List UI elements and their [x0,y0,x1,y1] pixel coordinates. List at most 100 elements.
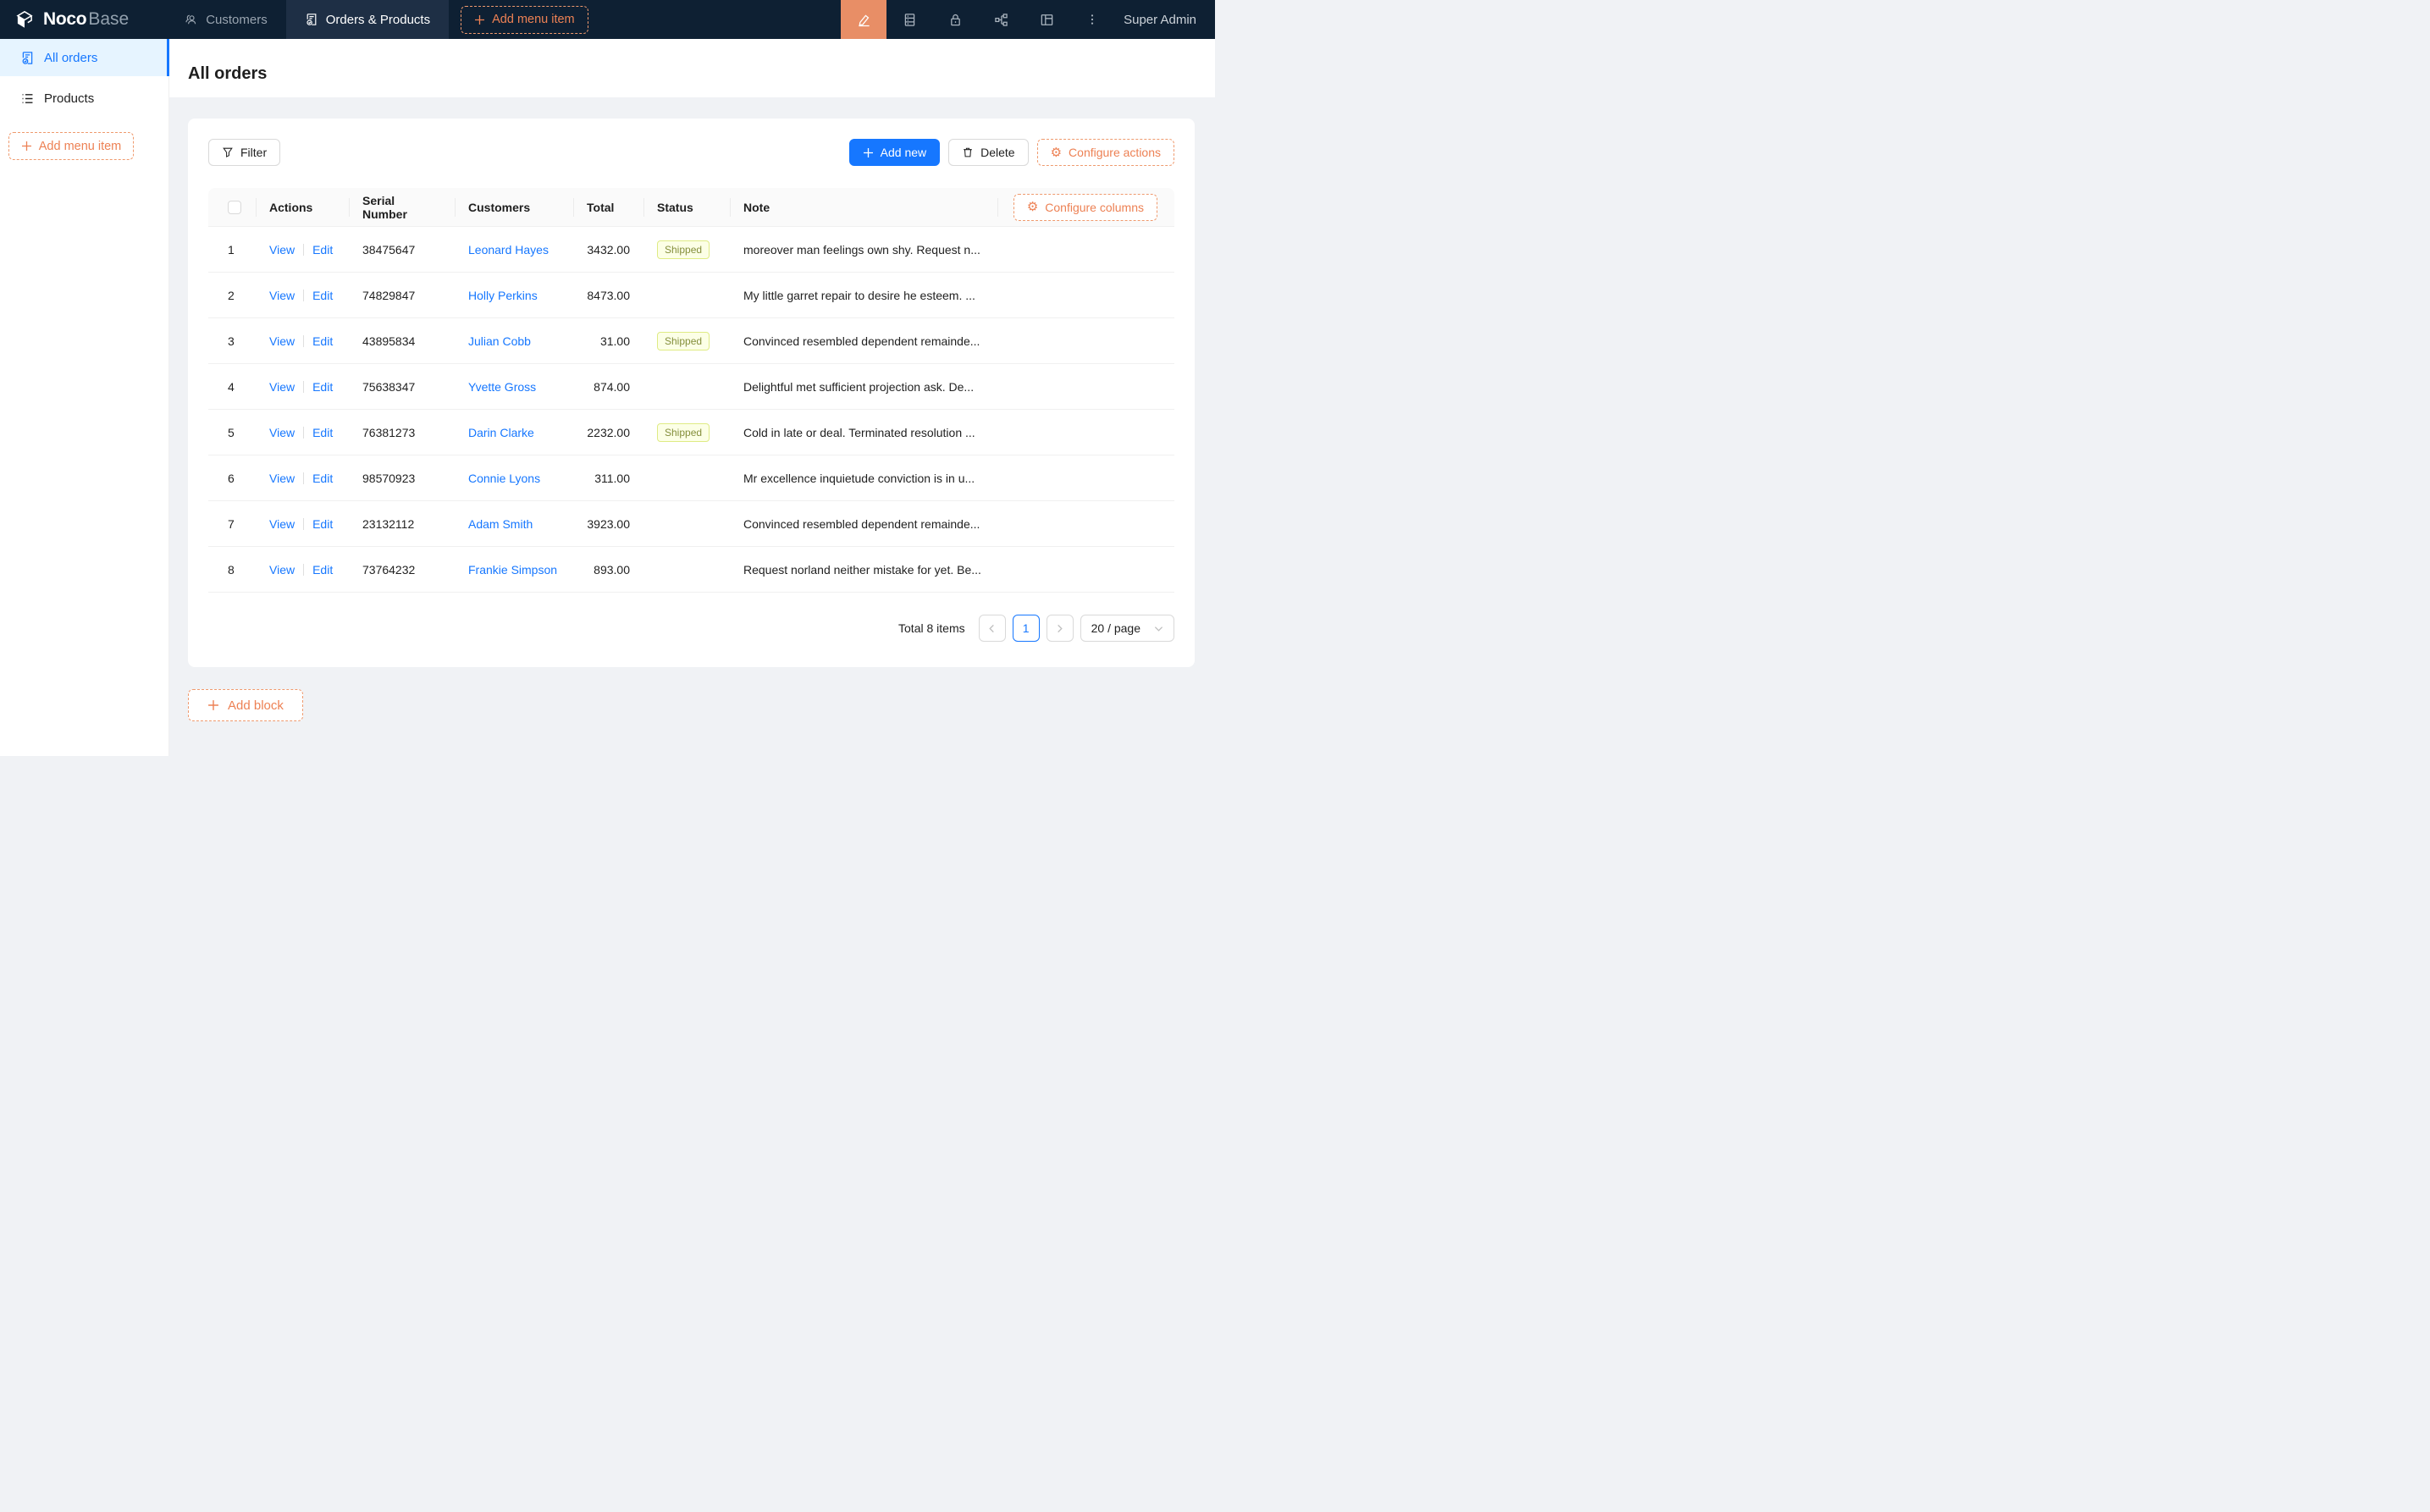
table-row: 5 View Edit 76381273 Darin Clarke 2232.0… [208,410,1174,455]
configure-columns-button[interactable]: ⚙ Configure columns [1013,194,1157,221]
page-number-button[interactable]: 1 [1013,615,1040,642]
customer-cell: Darin Clarke [455,426,573,439]
customer-cell: Julian Cobb [455,334,573,348]
edit-link[interactable]: Edit [312,380,333,394]
lock-icon [948,13,963,27]
action-divider [303,564,304,576]
add-menu-item-navbar-button[interactable]: Add menu item [461,6,588,34]
view-link[interactable]: View [269,243,295,257]
customer-cell: Leonard Hayes [455,243,573,257]
edit-link[interactable]: Edit [312,517,333,531]
more-options-button[interactable] [1069,0,1115,39]
row-actions: View Edit [256,334,349,348]
next-page-button[interactable] [1047,615,1074,642]
row-index: 1 [208,243,256,257]
nocobase-logo[interactable]: Noco Base [0,0,144,39]
customer-link[interactable]: Connie Lyons [468,472,540,485]
edit-link[interactable]: Edit [312,563,333,577]
access-control-button[interactable] [932,0,978,39]
view-link[interactable]: View [269,563,295,577]
plus-icon [207,699,219,711]
plus-icon [21,141,32,152]
delete-button[interactable]: Delete [948,139,1028,166]
doc-check-icon [20,51,35,65]
view-link[interactable]: View [269,426,295,439]
add-new-button[interactable]: Add new [849,139,940,166]
customer-link[interactable]: Adam Smith [468,517,533,531]
customer-link[interactable]: Darin Clarke [468,426,534,439]
row-index: 3 [208,334,256,348]
sidebar-item-products[interactable]: Products [0,80,168,117]
configure-actions-button[interactable]: ⚙ Configure actions [1037,139,1174,166]
database-manager-button[interactable] [886,0,932,39]
highlighter-icon [857,13,871,27]
table-row: 8 View Edit 73764232 Frankie Simpson 893… [208,547,1174,593]
view-link[interactable]: View [269,380,295,394]
status-cell: Shipped [643,240,730,259]
previous-page-button[interactable] [979,615,1006,642]
action-divider [303,381,304,393]
view-link[interactable]: View [269,289,295,302]
customer-cell: Yvette Gross [455,380,573,394]
navbar-right-actions: Super Admin [841,0,1215,39]
edit-link[interactable]: Edit [312,426,333,439]
customer-link[interactable]: Leonard Hayes [468,243,549,257]
nocobase-logo-icon [14,8,36,30]
add-menu-item-sidebar-button[interactable]: Add menu item [8,132,134,160]
table-row: 7 View Edit 23132112 Adam Smith 3923.00 … [208,501,1174,547]
customer-cell: Connie Lyons [455,472,573,485]
sidebar-item-all-orders[interactable]: All orders [0,39,168,76]
serial-number-cell: 73764232 [349,563,455,577]
column-header-configure: ⚙ Configure columns [997,188,1174,226]
plugin-manager-button[interactable] [978,0,1024,39]
view-link[interactable]: View [269,334,295,348]
note-cell: Delightful met sufficient projection ask… [730,380,997,394]
tab-label: Orders & Products [326,13,430,27]
pagination-total: Total 8 items [898,621,965,635]
total-cell: 2232.00 [573,426,643,439]
action-divider [303,290,304,301]
action-divider [303,518,304,530]
note-cell: moreover man feelings own shy. Request n… [730,243,997,257]
tab-orders-products[interactable]: Orders & Products [286,0,449,39]
column-header-customers: Customers [455,188,573,226]
ui-editor-toggle-button[interactable] [841,0,886,39]
table-row: 4 View Edit 75638347 Yvette Gross 874.00… [208,364,1174,410]
customer-link[interactable]: Frankie Simpson [468,563,557,577]
select-all-checkbox[interactable] [228,201,241,214]
view-link[interactable]: View [269,472,295,485]
page-content: Filter Add new [169,97,1215,756]
serial-number-cell: 23132112 [349,517,455,531]
table-row: 1 View Edit 38475647 Leonard Hayes 3432.… [208,227,1174,273]
customer-link[interactable]: Julian Cobb [468,334,531,348]
edit-link[interactable]: Edit [312,334,333,348]
user-menu[interactable]: Super Admin [1115,0,1215,39]
column-header-actions: Actions [256,188,349,226]
action-divider [303,335,304,347]
customer-link[interactable]: Holly Perkins [468,289,538,302]
customer-cell: Adam Smith [455,517,573,531]
table-toolbar: Filter Add new [208,139,1174,166]
view-link[interactable]: View [269,517,295,531]
row-index: 5 [208,426,256,439]
filter-button[interactable]: Filter [208,139,280,166]
edit-link[interactable]: Edit [312,289,333,302]
gear-icon: ⚙ [1027,201,1038,213]
chevron-left-icon [987,624,997,633]
trash-icon [962,146,974,158]
add-block-button[interactable]: Add block [188,689,303,721]
pagination: Total 8 items 1 20 / page [208,615,1174,642]
edit-link[interactable]: Edit [312,472,333,485]
status-badge: Shipped [657,240,710,259]
plus-icon [474,14,485,25]
tab-customers[interactable]: Customers [166,0,286,39]
tab-label: Customers [206,13,268,27]
edit-link[interactable]: Edit [312,243,333,257]
customer-link[interactable]: Yvette Gross [468,380,536,394]
serial-number-cell: 98570923 [349,472,455,485]
action-divider [303,244,304,256]
layout-settings-button[interactable] [1024,0,1069,39]
page-size-select[interactable]: 20 / page [1080,615,1174,642]
select-all-cell [208,188,256,226]
main-menu: Customers Orders & Products Add menu ite… [166,0,588,39]
